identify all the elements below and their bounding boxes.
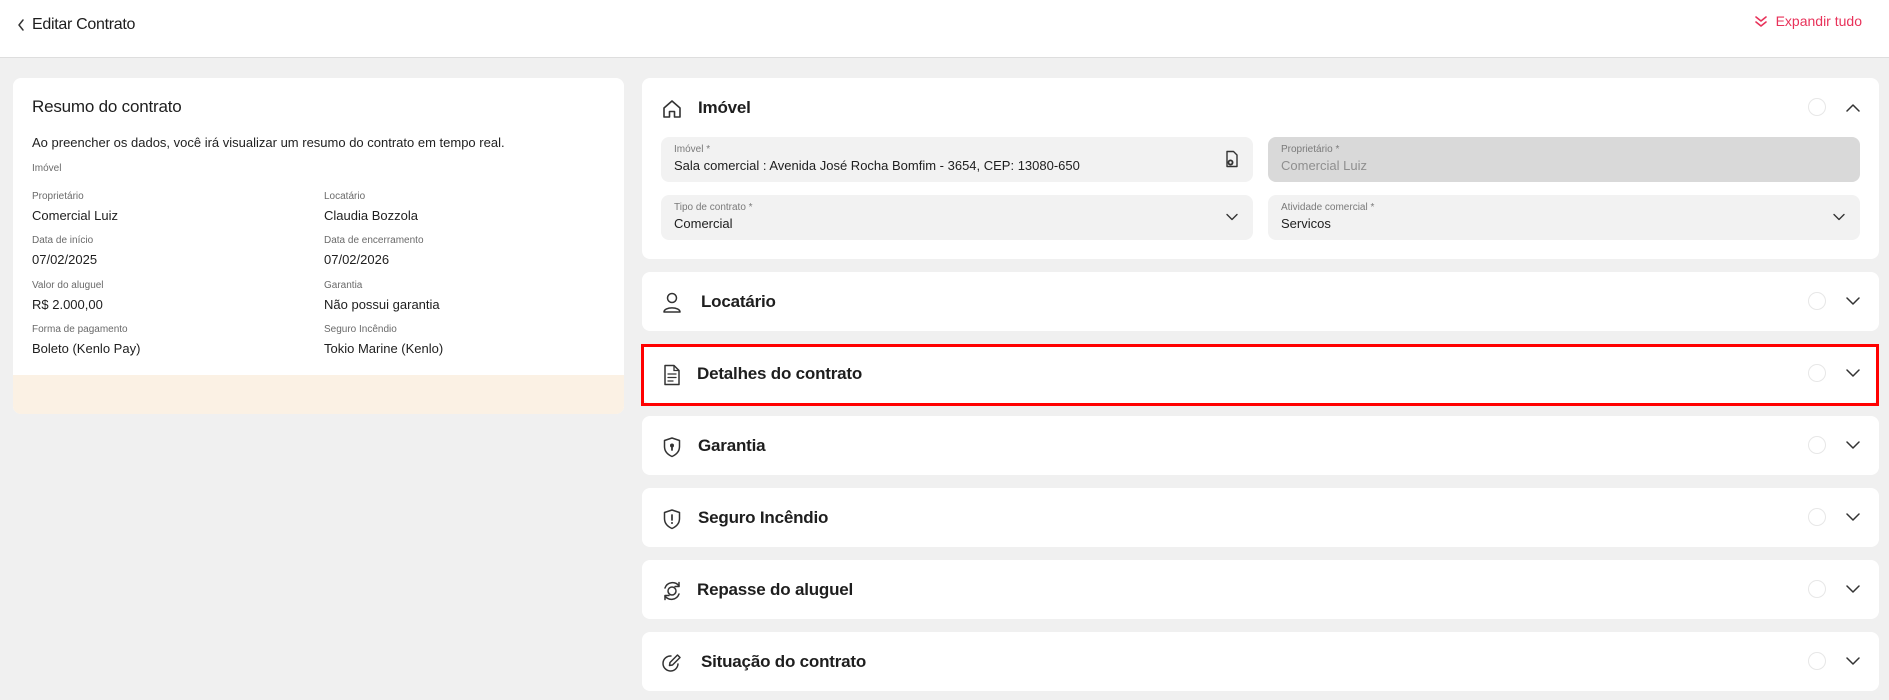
panel-garantia: Garantia xyxy=(642,416,1879,475)
contract-type-select[interactable]: Tipo de contrato * Comercial xyxy=(661,195,1253,240)
summary-field-end-date: Data de encerramento 07/02/2026 xyxy=(324,234,594,269)
status-indicator xyxy=(1808,98,1826,116)
home-icon xyxy=(659,96,685,122)
chevron-down-icon[interactable] xyxy=(1843,435,1863,455)
status-indicator xyxy=(1808,292,1826,310)
chevron-down-icon[interactable] xyxy=(1843,651,1863,671)
panel-title: Locatário xyxy=(701,292,776,311)
page-title: Editar Contrato xyxy=(32,16,136,33)
chevron-up-icon[interactable] xyxy=(1843,97,1863,117)
status-indicator xyxy=(1808,652,1826,670)
summary-section-label: Imóvel xyxy=(32,163,62,174)
summary-field-rent-value: Valor do aluguel R$ 2.000,00 xyxy=(32,279,302,314)
edit-circle-icon xyxy=(659,650,685,676)
summary-field-payment-method: Forma de pagamento Boleto (Kenlo Pay) xyxy=(32,323,302,358)
panel-header-situacao-contrato[interactable]: Situação do contrato xyxy=(642,632,1879,692)
field-value: Claudia Bozzola xyxy=(324,208,418,223)
field-value: 07/02/2025 xyxy=(32,252,98,267)
status-indicator xyxy=(1808,508,1826,526)
field-value: Comercial Luiz xyxy=(1281,158,1367,173)
person-icon xyxy=(659,290,685,316)
field-value: Não possui garantia xyxy=(324,297,440,312)
field-value: Comercial Luiz xyxy=(32,208,118,223)
panel-title: Situação do contrato xyxy=(701,652,867,671)
property-select-field[interactable]: Imóvel * Sala comercial : Avenida José R… xyxy=(661,137,1253,182)
commercial-activity-select[interactable]: Atividade comercial * Servicos xyxy=(1268,195,1860,240)
document-search-icon[interactable] xyxy=(1223,150,1241,168)
double-chevron-down-icon xyxy=(1754,16,1767,27)
top-bar: Editar Contrato Expandir tudo xyxy=(0,0,1889,58)
field-value: Boleto (Kenlo Pay) xyxy=(32,341,141,356)
panel-title: Seguro Incêndio xyxy=(698,508,829,527)
expand-all-label: Expandir tudo xyxy=(1775,13,1862,29)
field-value: 07/02/2026 xyxy=(324,252,390,267)
panel-situacao-contrato: Situação do contrato xyxy=(642,632,1879,691)
field-label: Data de encerramento xyxy=(324,235,424,246)
chevron-down-icon xyxy=(1223,208,1241,226)
shield-lock-icon xyxy=(659,434,685,460)
field-label: Seguro Incêndio xyxy=(324,324,397,335)
field-label: Imóvel * xyxy=(674,144,711,155)
status-indicator xyxy=(1808,580,1826,598)
panel-header-seguro-incendio[interactable]: Seguro Incêndio xyxy=(642,488,1879,548)
field-label: Atividade comercial * xyxy=(1281,202,1375,213)
panel-repasse-aluguel: Repasse do aluguel xyxy=(642,560,1879,619)
summary-footer xyxy=(13,375,624,414)
summary-field-tenant: Locatário Claudia Bozzola xyxy=(324,190,594,225)
expand-all-button[interactable]: Expandir tudo xyxy=(1754,13,1862,29)
summary-field-guarantee: Garantia Não possui garantia xyxy=(324,279,594,314)
field-label: Data de início xyxy=(32,235,94,246)
status-indicator xyxy=(1808,436,1826,454)
chevron-left-icon xyxy=(18,19,24,31)
summary-field-fire-insurance: Seguro Incêndio Tokio Marine (Kenlo) xyxy=(324,323,594,358)
status-indicator xyxy=(1808,364,1826,382)
panel-title: Garantia xyxy=(698,436,766,455)
panel-header-detalhes-contrato[interactable]: Detalhes do contrato xyxy=(642,344,1879,404)
summary-field-owner: Proprietário Comercial Luiz xyxy=(32,190,302,225)
panel-header-imovel[interactable]: Imóvel xyxy=(642,78,1879,138)
panel-imovel: Imóvel Imóvel * Sala comercial : Avenida… xyxy=(642,78,1879,259)
back-button[interactable] xyxy=(10,14,32,36)
field-value: Sala comercial : Avenida José Rocha Bomf… xyxy=(674,158,1080,173)
field-value: R$ 2.000,00 xyxy=(32,297,103,312)
panel-title: Imóvel xyxy=(698,98,751,117)
owner-field: Proprietário * Comercial Luiz xyxy=(1268,137,1860,182)
field-label: Tipo de contrato * xyxy=(674,202,753,213)
shield-alert-icon xyxy=(659,506,685,532)
field-value: Servicos xyxy=(1281,216,1331,231)
field-value: Tokio Marine (Kenlo) xyxy=(324,341,444,356)
summary-description: Ao preencher os dados, você irá visualiz… xyxy=(32,135,505,150)
panel-locatario: Locatário xyxy=(642,272,1879,331)
panel-header-repasse-aluguel[interactable]: Repasse do aluguel xyxy=(642,560,1879,620)
summary-title: Resumo do contrato xyxy=(32,97,182,116)
panel-detalhes-contrato: Detalhes do contrato xyxy=(642,344,1879,403)
field-label: Locatário xyxy=(324,191,366,202)
field-value: Comercial xyxy=(674,216,733,231)
chevron-down-icon[interactable] xyxy=(1843,507,1863,527)
summary-field-start-date: Data de início 07/02/2025 xyxy=(32,234,302,269)
panel-seguro-incendio: Seguro Incêndio xyxy=(642,488,1879,547)
panel-header-garantia[interactable]: Garantia xyxy=(642,416,1879,476)
field-label: Proprietário xyxy=(32,191,84,202)
panel-header-locatario[interactable]: Locatário xyxy=(642,272,1879,332)
chevron-down-icon[interactable] xyxy=(1843,291,1863,311)
panel-title: Repasse do aluguel xyxy=(697,580,854,599)
file-text-icon xyxy=(659,362,685,388)
chevron-down-icon xyxy=(1830,208,1848,226)
chevron-down-icon[interactable] xyxy=(1843,579,1863,599)
field-label: Garantia xyxy=(324,280,363,291)
field-label: Proprietário * xyxy=(1281,144,1340,155)
money-cycle-icon xyxy=(659,578,685,604)
chevron-down-icon[interactable] xyxy=(1843,363,1863,383)
field-label: Valor do aluguel xyxy=(32,280,104,291)
panel-title: Detalhes do contrato xyxy=(697,364,863,383)
contract-summary-card: Resumo do contrato Ao preencher os dados… xyxy=(13,78,624,414)
field-label: Forma de pagamento xyxy=(32,324,128,335)
